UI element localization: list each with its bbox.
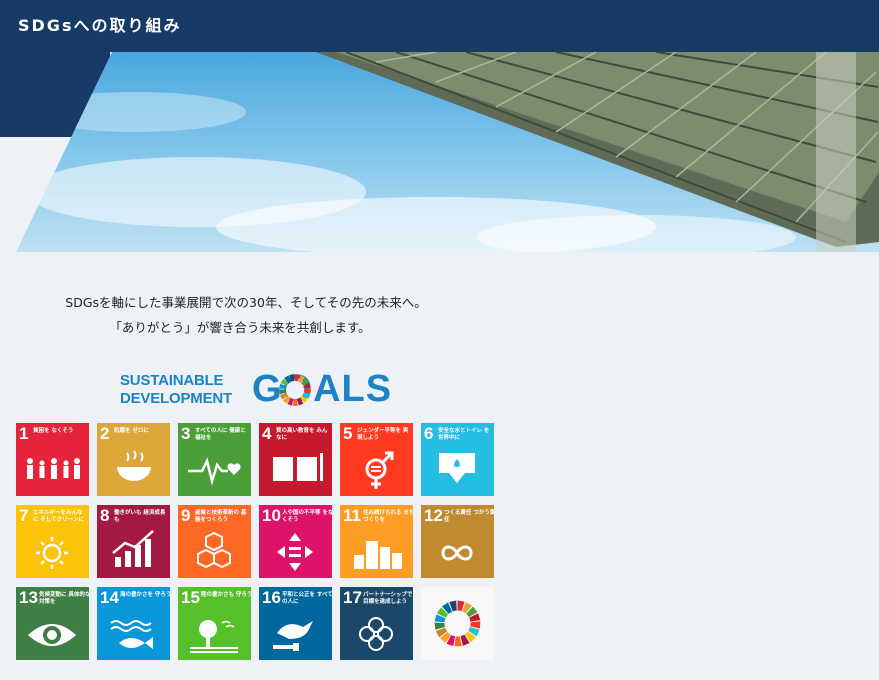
sdg-goal-label: 陸の豊かさも 守ろう (201, 592, 251, 598)
sdg-goal-16-tile[interactable]: 16 平和と公正を すべての人に (259, 587, 332, 660)
sdg-goal-label: 飢餓を ゼロに (114, 428, 149, 434)
sdg-goals-grid: 1 貧困を なくそう 2 飢餓を ゼロに 3 すべての人に 健康と福祉を 4 質の高い教育を … (16, 423, 498, 660)
sdg-goal-label: すべての人に 健康と福祉を (195, 428, 246, 441)
sdg-goal-14-tile[interactable]: 14 海の豊かさを 守ろう (97, 587, 170, 660)
bridge-illustration (26, 52, 879, 252)
sdg-goal-6-tile[interactable]: 6 安全な水とトイレ を世界中に (421, 423, 494, 496)
intro-text: SDGsを軸にした事業展開で次の30年、そしてその先の未来へ。 「ありがとう」が… (0, 290, 500, 340)
wheel-segment (470, 621, 481, 629)
sdg-goal-label: 貧困を なくそう (33, 428, 74, 434)
sdg-goal-label: つくる責任 つかう責任 (444, 510, 494, 523)
sdg-logo-line-1: SUSTAINABLE (120, 372, 224, 389)
sdg-goal-label: 平和と公正を すべての人に (282, 592, 332, 605)
sdg-goal-2-tile[interactable]: 2 飢餓を ゼロに (97, 423, 170, 496)
wheel-segment (292, 398, 298, 406)
sdg-goal-7-tile[interactable]: 7 エネルギーをみんなに そしてクリーンに (16, 505, 89, 578)
sdg-goal-label: 産業と技術革新の 基盤をつくろう (195, 510, 247, 523)
sdg-goal-number: 7 (19, 506, 29, 525)
sdg-logo-wheel-icon (279, 374, 311, 406)
sdg-logo: SUSTAINABLE DEVELOPMENT GOALS (120, 368, 400, 410)
sdg-goal-label: 質の高い教育を みんなに (276, 428, 328, 441)
sdg-goal-label: 気候変動に 具体的な対策を (39, 592, 89, 605)
sdg-goal-label: パートナーシップで 目標を達成しよう (363, 592, 413, 605)
hero-bridge-image (16, 52, 879, 252)
sdg-goal-number: 8 (100, 506, 110, 525)
sdg-goal-label: 住み続けられる まちづくりを (363, 510, 413, 523)
sdg-goal-15-tile[interactable]: 15 陸の豊かさも 守ろう (178, 587, 251, 660)
sdg-goal-number: 13 (19, 588, 38, 607)
sdg-goal-number: 12 (424, 506, 443, 525)
intro-line-2: 「ありがとう」が響き合う未来を共創します。 (109, 320, 371, 335)
sdg-goal-number: 6 (424, 424, 434, 443)
wheel-segment (454, 636, 462, 647)
sdg-logo-subtitle: SUSTAINABLE DEVELOPMENT (120, 372, 232, 408)
sdg-goal-number: 14 (100, 588, 119, 607)
sdg-logo-goals-word: GOALS (252, 368, 393, 410)
wheel-segment (303, 388, 311, 394)
sdg-goal-label: ジェンダー平等を 実現しよう (357, 428, 409, 441)
sdg-goal-label: エネルギーをみんなに そしてクリーンに (33, 510, 84, 523)
sdg-goal-number: 1 (19, 424, 29, 443)
sdg-goal-number: 11 (343, 506, 361, 525)
sdg-logo-line-2: DEVELOPMENT (120, 390, 232, 407)
sdg-goal-number: 4 (262, 424, 272, 443)
sdg-wheel-icon (434, 600, 481, 647)
sdg-goal-label: 海の豊かさを 守ろう (120, 592, 170, 598)
sdg-goal-label: 働きがいも 経済成長も (114, 510, 166, 523)
sdg-goal-number: 9 (181, 506, 191, 525)
sdg-goal-number: 5 (343, 424, 353, 443)
sdg-goal-number: 16 (262, 588, 281, 607)
sdg-goal-4-tile[interactable]: 4 質の高い教育を みんなに (259, 423, 332, 496)
sdg-goal-10-tile[interactable]: 10 人や国の不平等 をなくそう (259, 505, 332, 578)
sdg-goal-17-tile[interactable]: 17 パートナーシップで 目標を達成しよう (340, 587, 413, 660)
sdg-goal-label: 人や国の不平等 をなくそう (282, 510, 332, 523)
sdg-goal-8-tile[interactable]: 8 働きがいも 経済成長も (97, 505, 170, 578)
sdg-goal-11-tile[interactable]: 11 住み続けられる まちづくりを (340, 505, 413, 578)
sdg-goal-number: 15 (181, 588, 200, 607)
sdg-goal-label: 安全な水とトイレ を世界中に (438, 428, 490, 441)
sdg-goal-12-tile[interactable]: 12 つくる責任 つかう責任 (421, 505, 494, 578)
sdg-goal-3-tile[interactable]: 3 すべての人に 健康と福祉を (178, 423, 251, 496)
sdg-goal-number: 2 (100, 424, 110, 443)
sdg-goal-1-tile[interactable]: 1 貧困を なくそう (16, 423, 89, 496)
sdg-goal-9-tile[interactable]: 9 産業と技術革新の 基盤をつくろう (178, 505, 251, 578)
sdg-wheel-tile[interactable] (421, 587, 494, 660)
sdg-goal-number: 3 (181, 424, 191, 443)
intro-line-1: SDGsを軸にした事業展開で次の30年、そしてその先の未来へ。 (65, 295, 427, 310)
sdg-goal-number: 10 (262, 506, 281, 525)
page-title: SDGsへの取り組み (18, 16, 182, 35)
sdg-goal-13-tile[interactable]: 13 気候変動に 具体的な対策を (16, 587, 89, 660)
sdg-goal-5-tile[interactable]: 5 ジェンダー平等を 実現しよう (340, 423, 413, 496)
sdg-goal-number: 17 (343, 588, 362, 607)
